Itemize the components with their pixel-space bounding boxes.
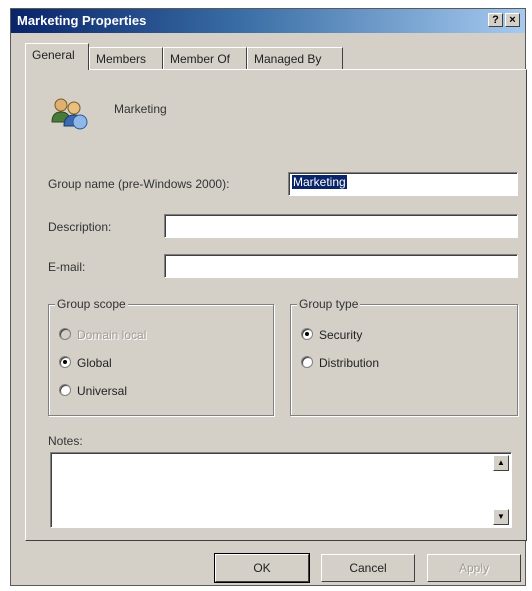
scroll-up-arrow-icon[interactable]: ▲	[493, 455, 509, 471]
group-scope-legend: Group scope	[55, 297, 128, 311]
radio-indicator-selected	[301, 328, 313, 340]
title-bar[interactable]: Marketing Properties ? ×	[11, 9, 525, 33]
type-distribution-label: Distribution	[319, 356, 380, 370]
tab-members[interactable]: Members	[89, 47, 163, 69]
radio-indicator	[59, 384, 71, 396]
type-security-label: Security	[319, 328, 363, 342]
close-button[interactable]: ×	[505, 13, 520, 27]
scope-domain-local-label: Domain local	[77, 328, 147, 342]
radio-indicator-selected	[59, 356, 71, 368]
ok-button[interactable]: OK	[214, 553, 310, 583]
radio-indicator	[301, 356, 313, 368]
properties-dialog: Marketing Properties ? × General Members…	[10, 8, 527, 586]
notes-textarea[interactable]: ▲ ▼	[50, 452, 512, 528]
email-label: E-mail:	[48, 260, 86, 274]
group-type-legend: Group type	[297, 297, 361, 311]
group-scope-box: Group scope Domain local Global Universa…	[48, 297, 274, 416]
cancel-button[interactable]: Cancel	[321, 554, 415, 582]
tab-member-of[interactable]: Member Of	[163, 47, 247, 69]
group-name-field[interactable]: Marketing	[288, 172, 518, 196]
email-field[interactable]	[164, 254, 518, 278]
notes-label: Notes:	[48, 434, 83, 448]
general-tab-panel: Marketing Group name (pre-Windows 2000):…	[25, 69, 527, 541]
scroll-down-arrow-icon[interactable]: ▼	[493, 509, 509, 525]
apply-button[interactable]: Apply	[427, 554, 521, 582]
group-display-name: Marketing	[114, 102, 167, 116]
scope-global-label: Global	[77, 356, 112, 370]
description-label: Description:	[48, 220, 112, 234]
group-name-label: Group name (pre-Windows 2000):	[48, 177, 230, 191]
group-type-box: Group type Security Distribution	[290, 297, 518, 416]
help-button[interactable]: ?	[488, 13, 503, 27]
description-field[interactable]	[164, 214, 518, 238]
group-icon	[51, 98, 88, 130]
tab-managed-by[interactable]: Managed By	[247, 47, 343, 69]
group-name-value: Marketing	[292, 175, 347, 189]
window-title: Marketing Properties	[17, 13, 147, 28]
radio-indicator	[59, 328, 71, 340]
tab-general[interactable]: General	[25, 43, 89, 70]
scope-universal-label: Universal	[77, 384, 128, 398]
